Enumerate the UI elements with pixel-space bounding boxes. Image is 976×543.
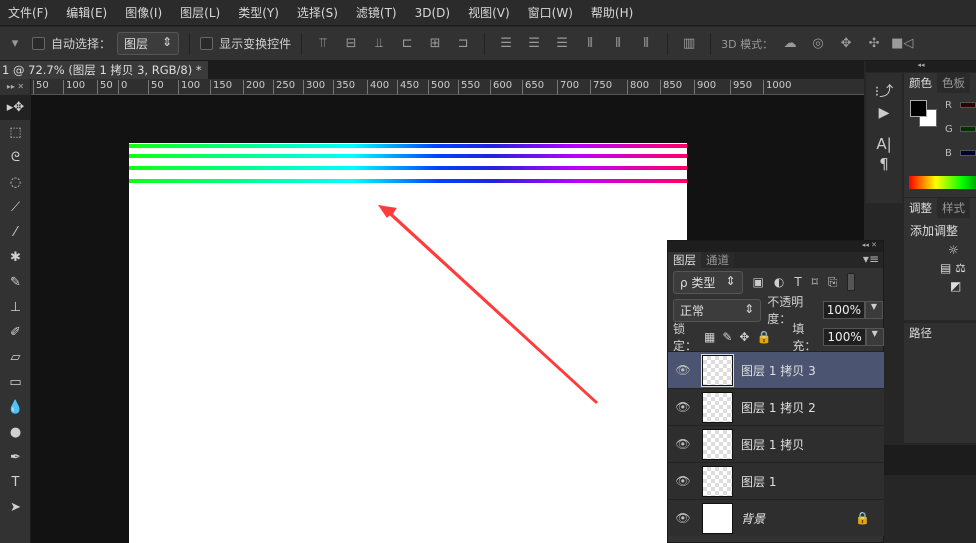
close-icon[interactable]: ✕ xyxy=(871,241,877,249)
lock-transparent-icon[interactable]: ▦ xyxy=(704,330,715,344)
channel-mixer-icon[interactable]: ◩ xyxy=(904,279,976,293)
levels-icon[interactable]: ▤ ⚖ xyxy=(904,261,976,275)
layer-name: 背景 xyxy=(741,511,766,526)
channel-b-label: B xyxy=(945,148,952,159)
eye-icon[interactable]: 👁 xyxy=(668,437,698,451)
lock-all-icon[interactable]: 🔒 xyxy=(756,330,771,344)
layer-row[interactable]: 👁 图层 1 拷贝 2 xyxy=(668,388,884,425)
panel-icon-column: ⁝⤴ ▶ A| ¶ xyxy=(866,73,902,203)
eye-icon[interactable]: 👁 xyxy=(668,400,698,414)
opacity-input[interactable]: 100% xyxy=(822,301,865,319)
filter-value: ρ 类型 xyxy=(680,275,716,290)
fill-label: 填充： xyxy=(792,322,817,353)
panel-divider xyxy=(884,445,976,475)
eye-icon[interactable]: 👁 xyxy=(668,511,698,525)
panel-menu-icon[interactable]: ▾≡ xyxy=(863,252,879,266)
tab-paths[interactable]: 路径 xyxy=(904,323,937,343)
lock-paint-icon[interactable]: ✎ xyxy=(722,330,732,344)
layer-name: 图层 1 xyxy=(741,474,777,489)
paths-panel: 路径 xyxy=(904,323,976,443)
layer-thumbnail xyxy=(701,353,734,387)
tab-adjustments[interactable]: 调整 xyxy=(904,198,937,218)
opacity-dropdown-icon[interactable]: ▼ xyxy=(865,301,883,319)
layer-row[interactable]: 👁 图层 1 xyxy=(668,462,884,499)
filter-pixel-icon[interactable]: ▣ xyxy=(753,275,764,289)
updown-icon: ⇕ xyxy=(725,273,736,288)
foreground-color-swatch[interactable] xyxy=(910,100,927,117)
layers-panel-header: ◂◂ ✕ xyxy=(668,241,883,252)
layer-thumbnail xyxy=(702,465,733,497)
filter-toggle[interactable] xyxy=(847,273,856,291)
blend-mode-dropdown[interactable]: 正常 ⇕ xyxy=(673,298,762,322)
layer-row[interactable]: 👁 背景 🔒 xyxy=(668,499,884,536)
layer-row[interactable]: 👁 图层 1 拷贝 3 xyxy=(668,351,884,388)
lock-icon: 🔒 xyxy=(855,511,870,525)
b-slider[interactable] xyxy=(960,150,976,156)
layer-row[interactable]: 👁 图层 1 拷贝 xyxy=(668,425,884,462)
arrow-annotation xyxy=(378,205,598,404)
layer-name: 图层 1 拷贝 3 xyxy=(741,363,816,378)
color-panel: 颜色 色板 R G B xyxy=(904,73,976,197)
layer-thumbnail xyxy=(702,428,733,460)
channel-r-label: R xyxy=(945,100,952,111)
fill-dropdown-icon[interactable]: ▼ xyxy=(865,328,884,346)
filter-adjustment-icon[interactable]: ◐ xyxy=(774,275,784,289)
eye-icon[interactable]: 👁 xyxy=(668,474,698,488)
actions-play-icon[interactable]: ▶ xyxy=(866,105,902,121)
history-icon[interactable]: ⁝⤴ xyxy=(866,81,902,101)
layer-name: 图层 1 拷贝 2 xyxy=(741,400,816,415)
r-slider[interactable] xyxy=(960,102,976,108)
adjustments-panel: 调整 样式 添加调整 ☼ ▤ ⚖ ◩ xyxy=(904,198,976,320)
lock-position-icon[interactable]: ✥ xyxy=(739,330,749,344)
filter-type-icon[interactable]: T xyxy=(794,275,801,289)
character-icon[interactable]: A| xyxy=(866,135,902,153)
tab-layers[interactable]: 图层 xyxy=(668,252,701,268)
add-adjustment-title: 添加调整 xyxy=(910,224,959,238)
collapse-icon[interactable]: ◂◂ xyxy=(862,241,869,249)
filter-shape-icon[interactable]: ⌑ xyxy=(812,275,818,289)
blend-mode-value: 正常 xyxy=(680,303,705,318)
filter-smart-object-icon[interactable]: ⎘ xyxy=(828,275,838,290)
tab-color[interactable]: 颜色 xyxy=(904,73,937,93)
collapse-dock-icon[interactable]: ◂◂ xyxy=(866,61,976,72)
fill-input[interactable]: 100% xyxy=(823,328,866,346)
paragraph-icon[interactable]: ¶ xyxy=(866,155,902,173)
layers-panel: ◂◂ ✕ 图层 通道 ▾≡ ρ 类型 ⇕ ▣ ◐ T ⌑ ⎘ 正常 ⇕ 不透明度： 1… xyxy=(667,240,884,543)
eye-icon[interactable]: 👁 xyxy=(668,363,698,377)
layer-thumbnail xyxy=(702,391,733,423)
layer-thumbnail xyxy=(702,502,733,534)
channel-g-label: G xyxy=(945,124,953,135)
tab-styles[interactable]: 样式 xyxy=(937,198,970,218)
tab-channels[interactable]: 通道 xyxy=(701,252,734,268)
layer-filter-dropdown[interactable]: ρ 类型 ⇕ xyxy=(673,270,743,294)
updown-icon: ⇕ xyxy=(744,301,755,316)
brightness-icon[interactable]: ☼ xyxy=(904,243,976,257)
color-spectrum[interactable] xyxy=(909,176,976,189)
layer-name: 图层 1 拷贝 xyxy=(741,437,805,452)
tab-swatches[interactable]: 色板 xyxy=(937,73,970,93)
lock-label: 锁定： xyxy=(673,322,698,353)
g-slider[interactable] xyxy=(960,126,976,132)
